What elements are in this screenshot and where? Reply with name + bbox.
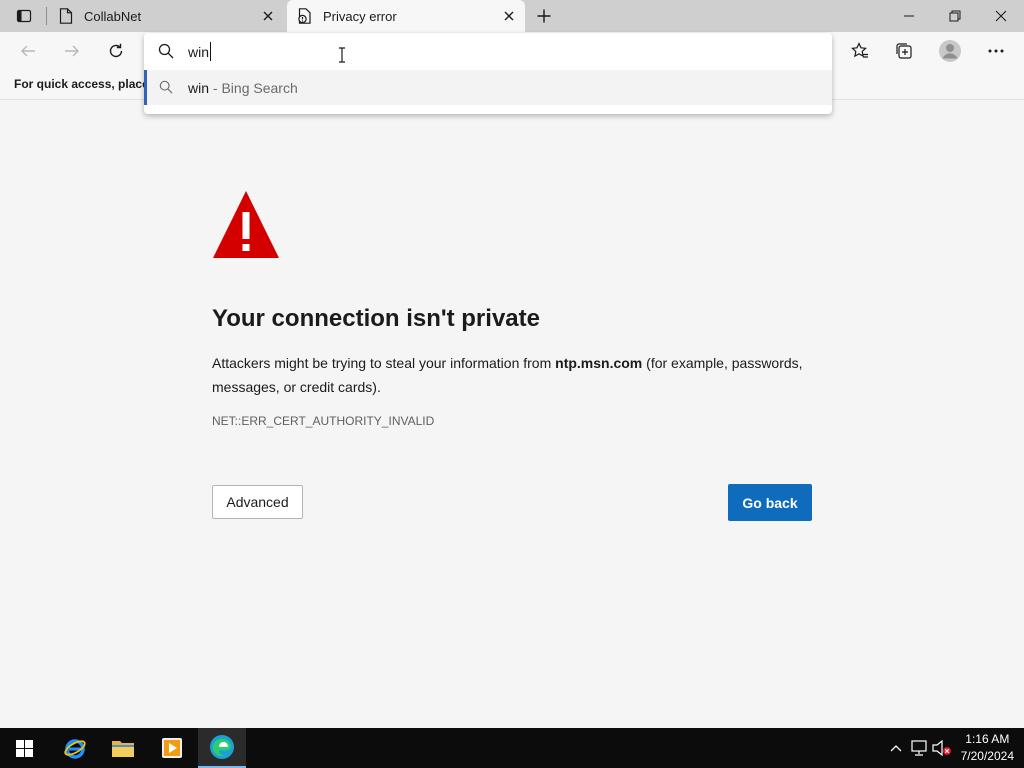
start-button[interactable] — [0, 728, 48, 768]
suggestion-source: - Bing Search — [209, 80, 298, 96]
tab-collabnet[interactable]: CollabNet — [48, 0, 284, 32]
error-description: Attackers might be trying to steal your … — [212, 351, 812, 399]
windows-logo-icon — [15, 739, 33, 757]
media-player-icon — [162, 738, 182, 758]
show-hidden-icons-button[interactable] — [886, 738, 906, 758]
file-explorer-button[interactable] — [99, 728, 147, 768]
refresh-icon — [109, 43, 123, 58]
search-icon — [159, 80, 173, 99]
clock-time: 1:16 AM — [965, 732, 1010, 746]
plus-icon — [537, 9, 551, 23]
more-dots-icon — [988, 49, 1004, 53]
page-title: Your connection isn't private — [212, 305, 540, 332]
domain-name: ntp.msn.com — [555, 355, 643, 371]
suggestion-item[interactable]: win - Bing Search — [144, 70, 832, 105]
close-icon — [995, 10, 1007, 22]
ibeam-cursor-icon — [337, 47, 347, 68]
favorites-bar-hint: For quick access, place y — [14, 77, 159, 91]
volume-button[interactable] — [932, 738, 952, 758]
tab-title: Privacy error — [323, 8, 397, 24]
text-caret — [210, 42, 211, 61]
suggestion-text: win - Bing Search — [188, 80, 298, 96]
restore-icon — [949, 10, 961, 22]
restore-button[interactable] — [932, 0, 978, 32]
collections-icon — [896, 43, 912, 59]
address-dropdown: win win - Bing Search — [144, 33, 832, 114]
tab-privacy-error[interactable]: Privacy error — [287, 0, 525, 32]
collections-button[interactable] — [890, 37, 918, 65]
privacy-error-icon — [297, 8, 313, 24]
folder-icon — [112, 741, 134, 757]
chevron-up-icon — [890, 745, 902, 752]
minimize-button[interactable] — [886, 0, 932, 32]
edge-browser-button[interactable] — [198, 728, 246, 768]
clock-date: 7/20/2024 — [960, 749, 1014, 763]
warning-triangle-icon — [212, 190, 280, 264]
taskbar: 1:16 AM 7/20/2024 — [0, 728, 1024, 768]
search-icon — [158, 43, 174, 64]
network-icon — [911, 740, 927, 756]
close-tab-icon[interactable] — [499, 6, 519, 26]
network-button[interactable] — [909, 738, 929, 758]
taskbar-clock[interactable]: 1:16 AM 7/20/2024 — [961, 731, 1014, 765]
avatar-icon — [939, 40, 961, 62]
tab-separator — [46, 7, 47, 25]
tab-actions-icon — [16, 9, 32, 23]
forward-arrow-icon — [65, 45, 79, 57]
close-window-button[interactable] — [978, 0, 1024, 32]
forward-button[interactable] — [58, 37, 86, 65]
internet-explorer-icon — [64, 739, 86, 759]
tab-title: CollabNet — [84, 8, 142, 24]
error-code[interactable]: NET::ERR_CERT_AUTHORITY_INVALID — [212, 414, 434, 428]
tab-strip: CollabNet Privacy error — [0, 0, 1024, 32]
internet-explorer-button[interactable] — [51, 728, 99, 768]
address-input[interactable]: win — [188, 44, 209, 60]
volume-muted-icon — [932, 740, 951, 756]
minimize-icon — [904, 15, 914, 17]
description-text: Attackers might be trying to steal your … — [212, 355, 556, 371]
edge-icon — [210, 735, 234, 759]
go-back-button[interactable]: Go back — [728, 484, 812, 521]
settings-more-button[interactable] — [982, 37, 1010, 65]
profile-button[interactable] — [936, 37, 964, 65]
favorites-button[interactable] — [846, 37, 874, 65]
refresh-button[interactable] — [102, 37, 130, 65]
favorites-star-icon — [851, 42, 868, 58]
page-icon — [58, 8, 74, 24]
back-button[interactable] — [14, 37, 42, 65]
browser-window: CollabNet Privacy error For quick access… — [0, 0, 1024, 768]
tab-actions-button[interactable] — [8, 4, 40, 28]
suggestion-main: win — [188, 80, 210, 96]
close-tab-icon[interactable] — [258, 6, 278, 26]
advanced-button[interactable]: Advanced — [212, 485, 303, 519]
back-arrow-icon — [21, 45, 35, 57]
new-tab-button[interactable] — [532, 4, 556, 28]
media-player-button[interactable] — [148, 728, 196, 768]
